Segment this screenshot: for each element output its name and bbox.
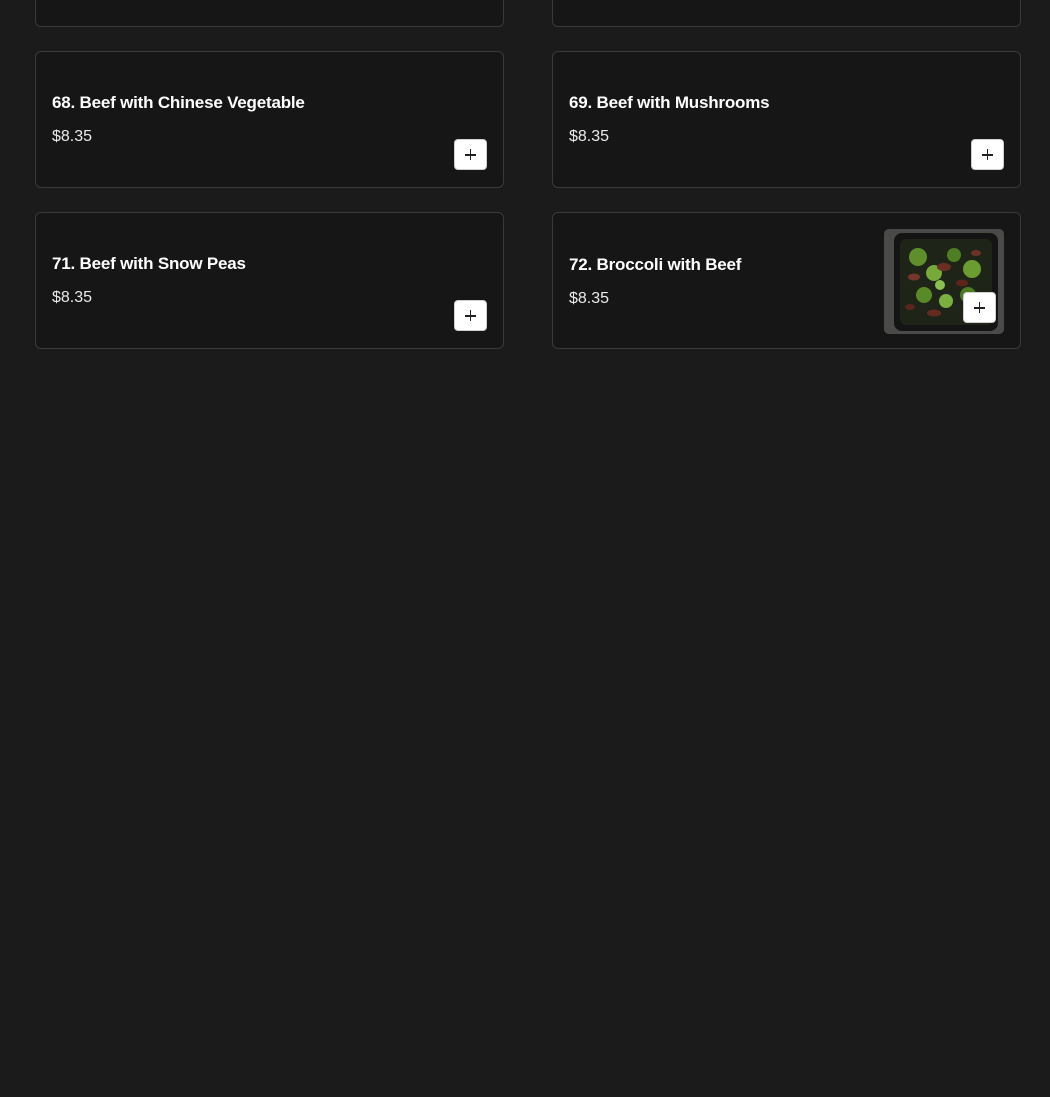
menu-item-card[interactable]: 68. Beef with Chinese Vegetable $8.35 <box>35 51 504 188</box>
menu-item-card-partial[interactable] <box>35 0 504 27</box>
menu-item-card[interactable]: 71. Beef with Snow Peas $8.35 <box>35 212 504 349</box>
add-to-cart-button[interactable] <box>963 292 996 323</box>
plus-icon <box>974 302 985 313</box>
menu-item-price: $8.35 <box>569 290 610 307</box>
plus-icon <box>465 310 476 321</box>
menu-item-price: $8.35 <box>569 128 610 145</box>
add-to-cart-button[interactable] <box>454 300 487 331</box>
menu-item-image[interactable] <box>884 229 1004 334</box>
plus-icon <box>465 149 476 160</box>
menu-item-title: 71. Beef with Snow Peas <box>52 254 246 273</box>
menu-item-title: 72. Broccoli with Beef <box>569 255 742 274</box>
menu-item-card[interactable]: 69. Beef with Mushrooms $8.35 <box>552 51 1021 188</box>
menu-item-title: 69. Beef with Mushrooms <box>569 93 770 112</box>
menu-item-title: 68. Beef with Chinese Vegetable <box>52 93 305 112</box>
menu-item-price: $8.35 <box>52 128 93 145</box>
add-to-cart-button[interactable] <box>971 139 1004 170</box>
menu-item-card-partial[interactable] <box>552 0 1021 27</box>
plus-icon <box>982 149 993 160</box>
add-to-cart-button[interactable] <box>454 139 487 170</box>
menu-item-price: $8.35 <box>52 289 93 306</box>
menu-item-card[interactable]: 72. Broccoli with Beef $8.35 <box>552 212 1021 349</box>
